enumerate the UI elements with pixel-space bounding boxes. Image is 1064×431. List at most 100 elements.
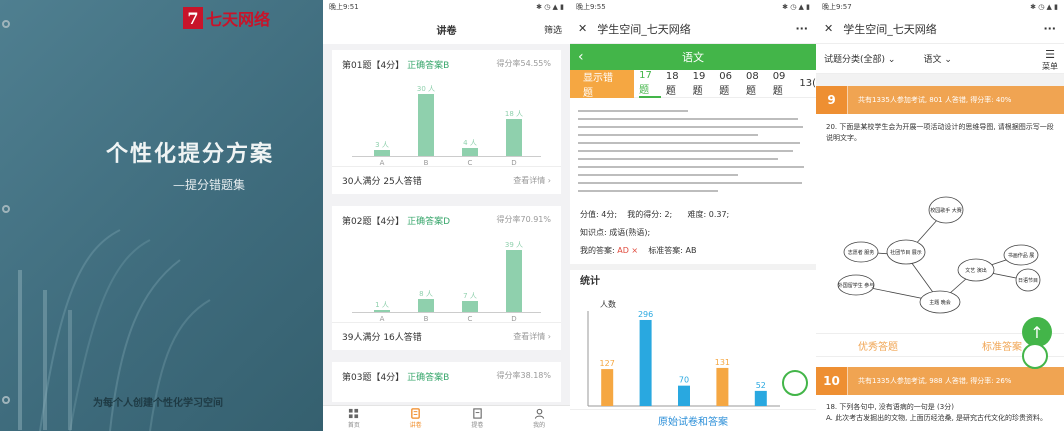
stat-value-label: 296: [638, 310, 653, 319]
lecture-screen: 晚上9:51 ✱ ◷ ▲ ▮ 讲卷 筛选 第01题【4分】 正确答案B 得分率5…: [323, 0, 570, 431]
subject-filter[interactable]: 语文 ⌄: [923, 52, 951, 65]
card-summary: 39人满分 16人答错: [342, 333, 422, 343]
tab-question[interactable]: 19题: [693, 71, 715, 97]
assistant-avatar[interactable]: [1022, 343, 1048, 369]
grid-icon: [349, 408, 359, 419]
page-title: 讲卷: [436, 25, 457, 37]
my-answer-label: 我的答案:: [580, 246, 615, 255]
difficulty: 难度: 0.37;: [687, 210, 730, 219]
tab-question[interactable]: 18题: [666, 71, 688, 97]
stats-title: 统计: [570, 264, 816, 288]
status-icons: ✱ ◷ ▲ ▮: [782, 3, 810, 11]
distribution-bar: [374, 149, 390, 156]
question-number: 第03题【4分】: [342, 373, 405, 383]
more-icon[interactable]: ···: [795, 22, 808, 35]
tab-question[interactable]: 17题: [639, 70, 661, 98]
answer-meta: 分值: 4分; 我的得分: 2; 难度: 0.37; 知识点: 成语(熟语); …: [570, 202, 816, 264]
bar-value-label: 8 人: [419, 290, 433, 299]
more-icon[interactable]: ···: [1043, 22, 1056, 35]
distribution-bar: [418, 94, 434, 156]
subject-filter-label: 语文: [923, 55, 942, 65]
question-text: 20. 下面是某校学生会为开展一项活动设计的思维导图, 请根据图示写一段说明文字…: [826, 123, 1054, 142]
filter-button[interactable]: 筛选: [544, 23, 562, 36]
tab-question[interactable]: 09题: [773, 71, 795, 97]
status-icons: ✱ ◷ ▲ ▮: [536, 3, 564, 11]
screen-header: 讲卷 筛选: [323, 14, 570, 44]
tab-lecture[interactable]: 讲卷: [385, 406, 447, 431]
filter-bar: 试题分类(全部) ⌄ 语文 ⌄ ☰ 菜单: [816, 44, 1064, 74]
excellent-answer-button[interactable]: 优秀答题: [816, 334, 940, 356]
question-line: A. 此次考古发掘出的文物, 上面历经沧桑, 是研究古代文化的珍贵资料。: [826, 414, 1048, 422]
distribution-bar: [374, 310, 390, 312]
view-detail-link[interactable]: 查看详情 ›: [513, 175, 551, 186]
bar-value-label: 30 人: [416, 85, 436, 93]
question-card[interactable]: 第03题【4分】 正确答案B 得分率38.18%: [332, 362, 561, 402]
status-time: 晚上9:51: [329, 3, 359, 11]
wechat-header: ✕ 学生空间_七天网络 ···: [570, 14, 816, 44]
tab-question[interactable]: 06题: [719, 71, 741, 97]
status-icons: ✱ ◷ ▲ ▮: [1030, 3, 1058, 11]
close-icon[interactable]: ✕: [578, 22, 587, 35]
stat-bar: [678, 385, 690, 406]
bar-value-label: 4 人: [463, 138, 477, 147]
cover-subtitle: —提分错题集: [173, 178, 246, 192]
logo-mark: 7: [183, 7, 203, 29]
score-rate: 得分率38.18%: [496, 371, 551, 380]
bar-value-label: 3 人: [375, 140, 389, 149]
stat-bar: [639, 319, 652, 406]
distribution-bar: [506, 250, 522, 312]
tab-question[interactable]: 08题: [746, 71, 768, 97]
tab-home[interactable]: 首页: [323, 406, 385, 431]
text-line: [578, 166, 804, 168]
type-filter[interactable]: 试题分类(全部) ⌄: [824, 52, 895, 65]
map-node: 社团节目 展示: [890, 249, 922, 256]
score-rate: 得分率70.91%: [496, 215, 551, 224]
question-card[interactable]: 第02题【4分】 正确答案D 得分率70.91% 1 人A8 人B7 人 C 39 …: [332, 206, 561, 350]
user-icon: [534, 408, 544, 419]
stat-value-label: 70: [679, 376, 689, 385]
question-section-header: 9 共有1335人参加考试, 801 人答错, 得分率: 40%: [816, 86, 1064, 114]
knowledge-point: 知识点: 成语(熟语);: [580, 228, 651, 237]
binder-ring: [2, 20, 10, 28]
close-icon[interactable]: ✕: [824, 22, 833, 35]
brand-logo: 7 七天网络: [183, 6, 270, 30]
paper-icon: [411, 408, 420, 419]
show-wrong-button[interactable]: 显示错题: [570, 69, 635, 99]
map-node: 志愿者 服务: [848, 249, 875, 256]
distribution-bar: [462, 300, 478, 312]
text-line: [578, 158, 778, 160]
question-section-header: 10 共有1335人参加考试, 988 人答错, 得分率: 26%: [816, 367, 1064, 395]
correct-answer: 正确答案B: [407, 61, 450, 71]
cover-title: 个性化提分方案: [106, 141, 275, 167]
view-detail-label: 查看详情: [513, 176, 546, 185]
view-detail-link[interactable]: 查看详情 ›: [513, 331, 551, 342]
menu-button[interactable]: ☰ 菜单: [1042, 48, 1058, 72]
tab-me[interactable]: 我的: [508, 406, 570, 431]
question-number: 第01题【4分】: [342, 61, 405, 71]
assistant-avatar[interactable]: [782, 370, 808, 396]
tab-exam[interactable]: 提卷: [447, 406, 509, 431]
original-paper-link[interactable]: 原始试卷和答案: [570, 409, 816, 431]
text-line: [578, 150, 793, 152]
tab-question[interactable]: 13(: [799, 78, 816, 89]
menu-icon: ☰: [1045, 48, 1055, 61]
map-node: 主题 晚会: [929, 299, 951, 306]
bar-value-label: 1 人: [375, 301, 389, 309]
distribution-bar: [462, 147, 478, 156]
map-node: 文艺 演出: [965, 267, 987, 274]
section-stats: 共有1335人参加考试, 801 人答错, 得分率: 40%: [858, 96, 1012, 104]
question-image: [578, 106, 808, 202]
wechat-title: 学生空间_七天网络: [597, 22, 691, 36]
cover-decoration: [18, 229, 211, 431]
bottom-tab-bar: 首页 讲卷 提卷 我的: [323, 405, 570, 431]
section-number: 9: [816, 86, 848, 114]
status-bar: 晚上9:57 ✱ ◷ ▲ ▮: [816, 0, 1064, 14]
text-line: [578, 142, 800, 144]
status-time: 晚上9:55: [576, 3, 606, 11]
status-time: 晚上9:57: [822, 3, 852, 11]
score-rate: 得分率54.55%: [496, 59, 551, 68]
chevron-down-icon: ⌄: [944, 55, 952, 65]
text-line: [578, 110, 688, 112]
back-icon[interactable]: ‹: [578, 49, 584, 65]
question-card[interactable]: 第01题【4分】 正确答案B 得分率54.55% 3 人 A 30 人B4 人 C 18…: [332, 50, 561, 194]
